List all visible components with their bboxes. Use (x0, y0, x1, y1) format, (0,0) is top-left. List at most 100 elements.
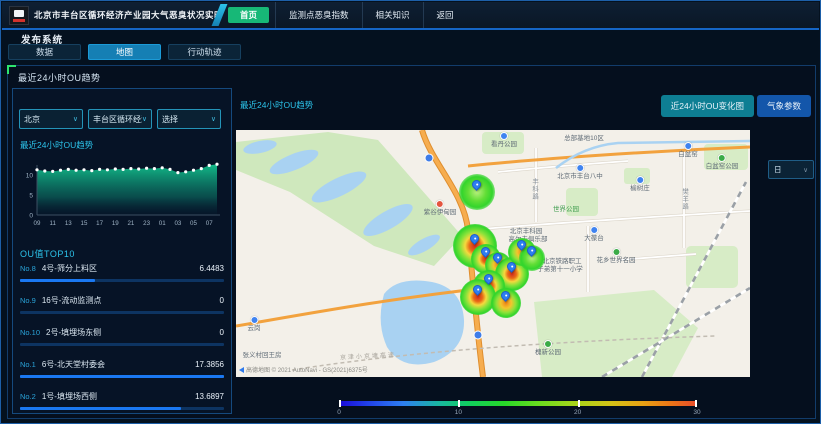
rank-bar-track (20, 311, 224, 314)
main-nav: 首页监测点恶臭指数相关知识返回 (228, 2, 467, 28)
rank-bar-track (20, 343, 224, 346)
scale-tick (695, 400, 697, 407)
map-label-text: 北京丰科园 (510, 228, 543, 235)
filter-selects: 北京∨丰台区循环经济产∨选择∨ (19, 109, 221, 129)
map-label-text: 子弟第十一小学 (537, 266, 583, 273)
scale-tick (578, 400, 580, 407)
map-label: 云岗 (248, 316, 261, 332)
scale-labels: 0102030 (339, 409, 697, 419)
park-select[interactable]: 丰台区循环经济产∨ (88, 109, 152, 129)
map-label: 北京丰科园 (510, 228, 543, 235)
map-buttons: 近24小时OU变化图气象参数 (661, 95, 811, 117)
scale-tick-label: 0 (337, 409, 341, 416)
data-point (59, 169, 62, 172)
map-label: 世界公园 (553, 206, 579, 213)
poi-icon (684, 142, 692, 150)
rank-site-name: 4号-筛分上料区 (42, 263, 200, 274)
amap-logo-icon (239, 367, 244, 373)
nav-item-back[interactable]: 返回 (423, 2, 467, 28)
rank-bar-fill (20, 407, 181, 410)
rank-number: No.8 (20, 264, 36, 273)
poi-icon (436, 200, 444, 208)
trend-title: 最近24小时OU趋势 (20, 139, 93, 151)
rank-row: No.102号-填埋场东侧0 (20, 327, 224, 346)
map-label-text: 张义村回王房 (243, 352, 282, 359)
map-label: 白盆窑 (678, 142, 698, 158)
map-label: 白盆窑公园 (706, 154, 739, 170)
map-label-text: 花乡世界名园 (597, 257, 636, 264)
poi-icon (718, 154, 726, 162)
rank-number: No.2 (20, 392, 36, 401)
tab-track[interactable]: 行动轨迹 (168, 44, 241, 60)
rank-value: 6.4483 (200, 264, 224, 273)
map-label-text: 白盆窑公园 (706, 163, 739, 170)
poi-icon (576, 164, 584, 172)
data-point (215, 163, 218, 166)
period-select[interactable]: 日 ∨ (768, 160, 814, 179)
trend-area (37, 164, 217, 215)
map[interactable]: 看丹公园总部基地10区白盆窑白盆窑公园北京市丰台八中榆树庄世界公园紫谷伊甸园大葆… (236, 130, 750, 377)
scale-tick (458, 400, 460, 407)
map-label-text: 云岗 (248, 325, 261, 332)
select-value: 选择 (162, 114, 211, 125)
data-point (176, 171, 179, 174)
svg-text:03: 03 (174, 220, 181, 227)
poi-icon (500, 132, 508, 140)
point-select[interactable]: 选择∨ (157, 109, 221, 129)
svg-text:0: 0 (29, 213, 33, 220)
map-label: 张义村回王房 (243, 352, 282, 359)
map-label: 榆树庄 (630, 176, 650, 192)
data-point (153, 167, 156, 170)
data-point (82, 168, 85, 171)
attribution-text: 高德地图 © 2021 AutoNavi - GS(2021)6375号 (246, 365, 368, 374)
ou-trend-chart: 0510091113151719212301030507 (15, 151, 227, 235)
map-label-text: 北京铁路职工 (543, 258, 582, 265)
poi-icon (612, 248, 620, 256)
chevron-down-icon: ∨ (73, 115, 78, 123)
weather-params-button[interactable]: 气象参数 (757, 95, 811, 117)
svg-text:10: 10 (26, 173, 34, 180)
sidebar: 北京∨丰台区循环经济产∨选择∨ 最近24小时OU趋势 0510091113151… (12, 88, 232, 414)
nav-item-odor-index[interactable]: 监测点恶臭指数 (275, 2, 362, 28)
map-section-title: 最近24小时OU趋势 (240, 99, 313, 111)
map-label-text: 白盆窑 (678, 151, 698, 158)
svg-text:17: 17 (96, 220, 103, 227)
nav-item-knowledge[interactable]: 相关知识 (362, 2, 423, 28)
data-point (168, 168, 171, 171)
map-label: 樊羊路 (680, 188, 687, 211)
panel-title: 最近24小时OU趋势 (18, 71, 101, 84)
nav-item-home[interactable]: 首页 (228, 7, 269, 23)
map-label-text: 京津小京塘高速 (340, 353, 396, 363)
data-point (161, 166, 164, 169)
view-tabs: 数据地图行动轨迹 (8, 44, 241, 60)
data-point (35, 168, 38, 171)
map-label: 紫谷伊甸园 (424, 200, 457, 216)
ou-change-chart-button[interactable]: 近24小时OU变化图 (661, 95, 754, 117)
tab-data[interactable]: 数据 (8, 44, 81, 60)
header: 北京市丰台区循环经济产业园大气恶臭状况实时 首页监测点恶臭指数相关知识返回 (2, 2, 819, 30)
city-select[interactable]: 北京∨ (19, 109, 83, 129)
chevron-down-icon: ∨ (142, 115, 147, 123)
data-point (75, 169, 78, 172)
map-label-text: 总部基地10区 (564, 135, 604, 142)
rank-value: 0 (220, 328, 224, 337)
data-point (51, 170, 54, 173)
poi-icon (544, 340, 552, 348)
tab-map[interactable]: 地图 (88, 44, 161, 60)
svg-text:05: 05 (190, 220, 197, 227)
map-label: 花乡世界名园 (597, 248, 636, 264)
data-point (98, 168, 101, 171)
rank-row: No.8 4号-筛分上料区6.4483 (20, 263, 224, 282)
scale-tick-label: 30 (693, 409, 700, 416)
map-label-text: 大葆台 (584, 235, 604, 242)
data-point (122, 168, 125, 171)
main-panel: 最近24小时OU趋势 北京∨丰台区循环经济产∨选择∨ 最近24小时OU趋势 05… (7, 65, 816, 419)
data-point (200, 167, 203, 170)
map-label: 丰科路 (530, 178, 537, 201)
map-label: 槐新公园 (535, 340, 561, 356)
data-point (192, 169, 195, 172)
rank-value: 13.6897 (195, 392, 224, 401)
scale-tick-label: 10 (455, 409, 462, 416)
svg-text:15: 15 (81, 220, 88, 227)
map-label: 看丹公园 (491, 132, 517, 148)
